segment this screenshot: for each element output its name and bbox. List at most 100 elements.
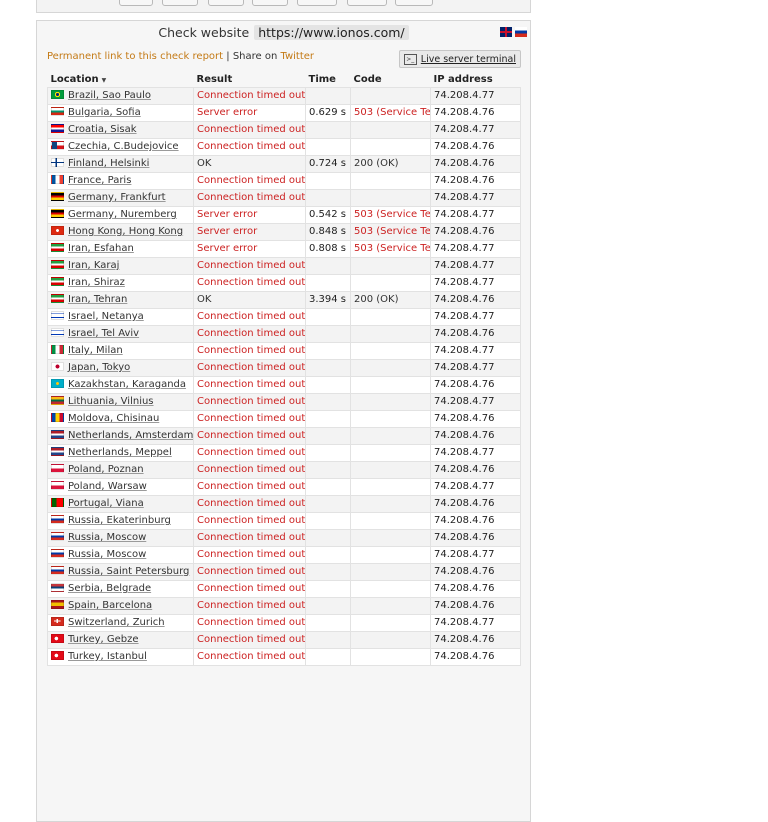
time-cell [305, 393, 351, 411]
permalink-link[interactable]: Permanent link to this check report [47, 51, 223, 62]
location-column-header[interactable]: Location ▼ [47, 71, 194, 88]
table-row: Germany, Frankfurt Connection timed out 74… [47, 189, 521, 207]
location-name: Israel, Netanya [68, 311, 144, 322]
kazakhstan-flag-icon [51, 378, 64, 388]
checked-url: https://www.ionos.com/ [254, 24, 409, 40]
location-cell: Japan, Tokyo [47, 359, 194, 377]
location-cell: Iran, Tehran [47, 291, 194, 309]
table-row: Lithuania, Vilnius Connection timed out 74… [47, 393, 521, 411]
location-cell: Israel, Tel Aviv [47, 325, 194, 343]
ip-cell: 74.208.4.76 [430, 155, 521, 173]
table-row: Kazakhstan, Karaganda Connection timed ou… [47, 376, 521, 394]
tool-button[interactable] [162, 0, 198, 6]
table-row: Poland, Warsaw Connection timed out 74.208… [47, 478, 521, 496]
time-cell [305, 274, 351, 292]
uk-flag-icon[interactable] [500, 27, 512, 37]
location-name: Iran, Karaj [68, 260, 120, 271]
location-cell: Iran, Karaj [47, 257, 194, 275]
ip-cell: 74.208.4.77 [430, 206, 521, 224]
location-cell: Brazil, Sao Paulo [47, 87, 194, 105]
code-cell [350, 648, 431, 666]
twitter-link[interactable]: Twitter [281, 51, 315, 62]
table-row: Moldova, Chisinau Connection timed out 74.… [47, 410, 521, 428]
time-cell: 0.542 s [305, 206, 351, 224]
location-cell: Russia, Moscow [47, 546, 194, 564]
code-cell [350, 580, 431, 598]
ip-cell: 74.208.4.77 [430, 444, 521, 462]
code-cell [350, 546, 431, 564]
location-name: Poland, Warsaw [68, 481, 147, 492]
tool-button[interactable] [119, 0, 153, 6]
table-row: Russia, Saint Petersburg Connection timed… [47, 563, 521, 581]
ip-cell: 74.208.4.76 [430, 138, 521, 156]
time-cell [305, 189, 351, 207]
ip-cell: 74.208.4.76 [430, 580, 521, 598]
time-cell [305, 359, 351, 377]
hongkong-flag-icon [51, 225, 64, 235]
code-cell [350, 410, 431, 428]
israel-flag-icon [51, 310, 64, 320]
russia-flag-icon [51, 531, 64, 541]
location-cell: Netherlands, Meppel [47, 444, 194, 462]
poland-flag-icon [51, 463, 64, 473]
moldova-flag-icon [51, 412, 64, 422]
location-cell: Spain, Barcelona [47, 597, 194, 615]
sort-down-icon[interactable]: ▼ [102, 77, 107, 84]
location-name: Russia, Ekaterinburg [68, 515, 171, 526]
time-cell [305, 427, 351, 445]
code-cell [350, 257, 431, 275]
result-cell: Server error [193, 240, 306, 258]
table-row: Czechia, C.Budejovice Connection timed ou… [47, 138, 521, 156]
france-flag-icon [51, 174, 64, 184]
live-server-terminal-button[interactable]: >_ Live server terminal [398, 50, 521, 68]
tool-button[interactable] [297, 0, 337, 6]
ip-cell: 74.208.4.76 [430, 631, 521, 649]
ip-cell: 74.208.4.76 [430, 461, 521, 479]
russia-flag-icon[interactable] [515, 27, 527, 37]
result-column-header: Result [193, 71, 306, 88]
separator: | [226, 51, 230, 62]
result-cell: Connection timed out [193, 495, 306, 513]
turkey-flag-icon [51, 650, 64, 660]
ip-cell: 74.208.4.76 [430, 495, 521, 513]
previous-panel-remnant [36, 0, 531, 13]
time-cell: 0.724 s [305, 155, 351, 173]
code-cell [350, 597, 431, 615]
location-name: Czechia, C.Budejovice [68, 141, 179, 152]
result-cell: Connection timed out [193, 342, 306, 360]
result-cell: Connection timed out [193, 393, 306, 411]
location-cell: Turkey, Gebze [47, 631, 194, 649]
code-cell: 503 (Service Temporarily Unavailable) [350, 223, 431, 241]
code-cell [350, 512, 431, 530]
location-name: Lithuania, Vilnius [68, 396, 154, 407]
time-cell [305, 495, 351, 513]
location-cell: Portugal, Viana [47, 495, 194, 513]
result-cell: Connection timed out [193, 172, 306, 190]
code-cell [350, 631, 431, 649]
page-title: Check website [158, 24, 250, 40]
result-cell: Connection timed out [193, 274, 306, 292]
time-cell [305, 512, 351, 530]
russia-flag-icon [51, 565, 64, 575]
result-cell: Server error [193, 223, 306, 241]
location-cell: Iran, Esfahan [47, 240, 194, 258]
location-name: Hong Kong, Hong Kong [68, 226, 184, 237]
tool-button[interactable] [395, 0, 433, 6]
result-cell: Connection timed out [193, 478, 306, 496]
tool-button[interactable] [252, 0, 288, 6]
location-cell: Moldova, Chisinau [47, 410, 194, 428]
time-cell [305, 461, 351, 479]
tool-button[interactable] [347, 0, 387, 6]
time-cell [305, 376, 351, 394]
location-cell: Russia, Moscow [47, 529, 194, 547]
code-cell [350, 308, 431, 326]
table-row: Serbia, Belgrade Connection timed out 74.2… [47, 580, 521, 598]
tool-button[interactable] [208, 0, 244, 6]
table-row: Finland, Helsinki OK 0.724 s 200 (OK) 74.208… [47, 155, 521, 173]
table-row: Japan, Tokyo Connection timed out 74.208.4… [47, 359, 521, 377]
location-header-label: Location [50, 73, 99, 85]
location-cell: Bulgaria, Sofia [47, 104, 194, 122]
ip-cell: 74.208.4.76 [430, 291, 521, 309]
table-row: Portugal, Viana Connection timed out 74.20… [47, 495, 521, 513]
table-row: Bulgaria, Sofia Server error 0.629 s 503 (S… [47, 104, 521, 122]
